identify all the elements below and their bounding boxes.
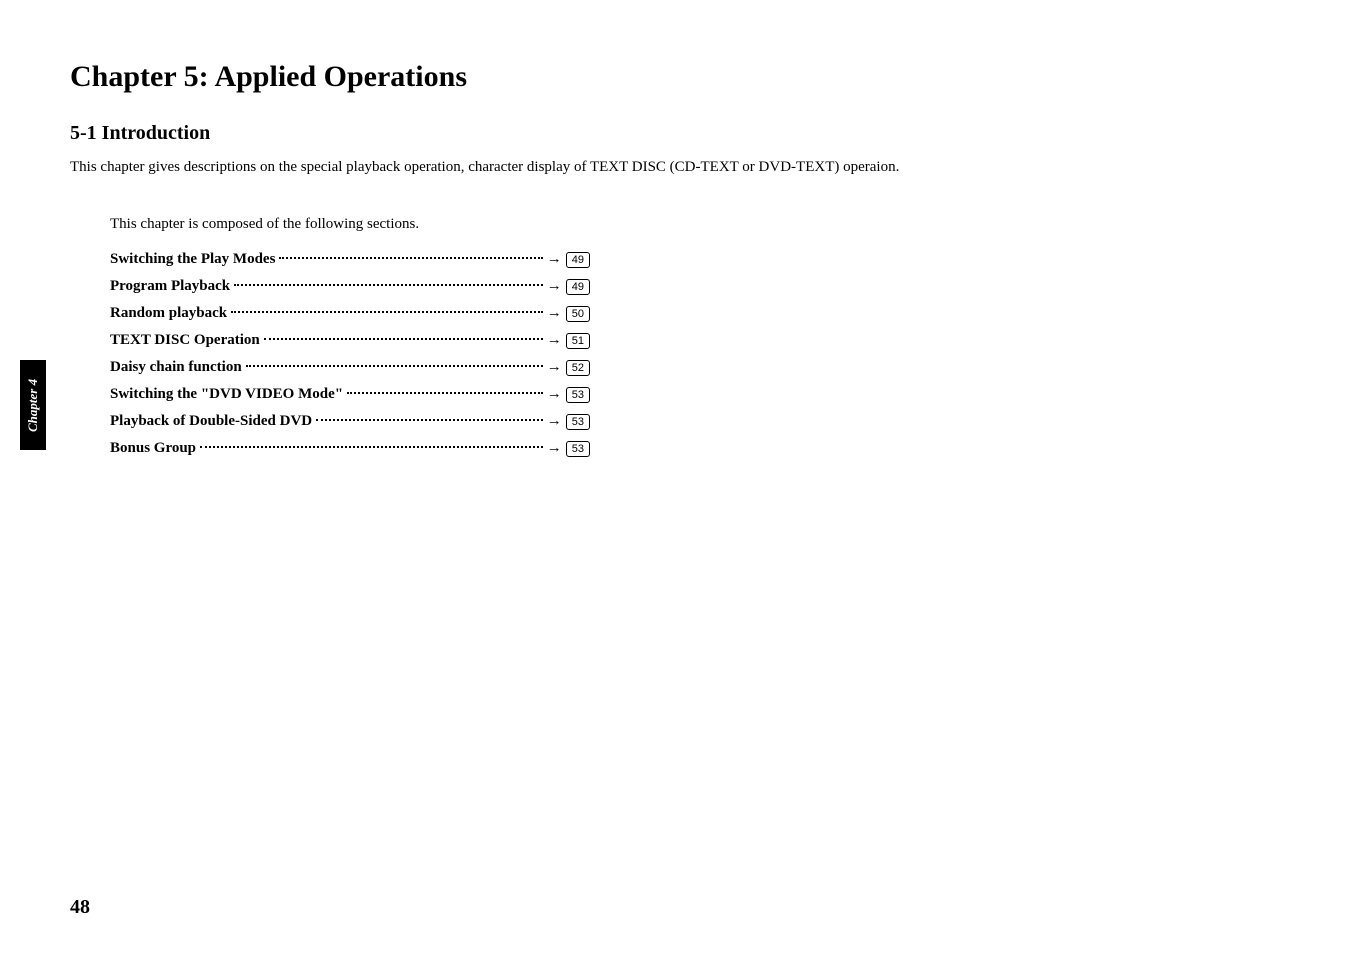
toc-page-ref: 52	[566, 360, 590, 376]
arrow-icon: →	[547, 305, 562, 322]
arrow-icon: →	[547, 386, 562, 403]
chapter-title: Chapter 5: Applied Operations	[70, 60, 1281, 94]
toc-label: Daisy chain function	[110, 359, 242, 376]
toc-label: Program Playback	[110, 278, 230, 295]
toc-page-ref: 50	[566, 306, 590, 322]
toc-label: Playback of Double-Sided DVD	[110, 413, 312, 430]
toc-item: Playback of Double-Sided DVD → 53	[110, 413, 590, 430]
toc-page-ref: 53	[566, 414, 590, 430]
toc-item: Switching the "DVD VIDEO Mode" → 53	[110, 386, 590, 403]
toc-dots	[316, 419, 543, 421]
arrow-icon: →	[547, 359, 562, 376]
toc-dots	[347, 392, 543, 394]
toc-label: Bonus Group	[110, 440, 196, 457]
toc-intro-text: This chapter is composed of the followin…	[110, 216, 1281, 233]
toc-item: TEXT DISC Operation → 51	[110, 332, 590, 349]
toc-label: Switching the "DVD VIDEO Mode"	[110, 386, 343, 403]
toc-label: Random playback	[110, 305, 227, 322]
toc-page-ref: 51	[566, 333, 590, 349]
toc-dots	[234, 284, 543, 286]
toc-dots	[231, 311, 543, 313]
arrow-icon: →	[547, 278, 562, 295]
arrow-icon: →	[547, 413, 562, 430]
toc-page-ref: 49	[566, 252, 590, 268]
toc-item: Bonus Group → 53	[110, 440, 590, 457]
toc-label: Switching the Play Modes	[110, 251, 275, 268]
toc-item: Daisy chain function → 52	[110, 359, 590, 376]
toc-item: Random playback → 50	[110, 305, 590, 322]
arrow-icon: →	[547, 332, 562, 349]
intro-text: This chapter gives descriptions on the s…	[70, 159, 1281, 176]
page-number: 48	[70, 896, 90, 919]
toc-dots	[246, 365, 543, 367]
toc-page-ref: 53	[566, 441, 590, 457]
arrow-icon: →	[547, 251, 562, 268]
toc-dots	[279, 257, 542, 259]
toc-item: Program Playback → 49	[110, 278, 590, 295]
toc-dots	[200, 446, 543, 448]
toc-list: Switching the Play Modes → 49 Program Pl…	[110, 251, 1281, 457]
toc-item: Switching the Play Modes → 49	[110, 251, 590, 268]
toc-page-ref: 49	[566, 279, 590, 295]
toc-label: TEXT DISC Operation	[110, 332, 260, 349]
chapter-side-tab: Chapter 4	[20, 360, 46, 450]
toc-dots	[264, 338, 543, 340]
toc-page-ref: 53	[566, 387, 590, 403]
arrow-icon: →	[547, 440, 562, 457]
section-title: 5-1 Introduction	[70, 122, 1281, 145]
